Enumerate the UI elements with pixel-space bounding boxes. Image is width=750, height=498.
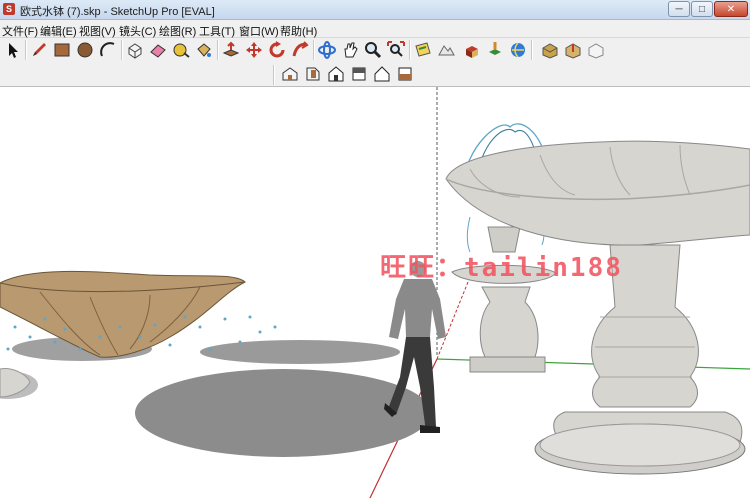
minimize-button[interactable]: ─: [668, 1, 690, 17]
views-toolbar: [0, 63, 750, 87]
orbit-icon[interactable]: [317, 40, 337, 60]
eraser-icon[interactable]: [148, 40, 168, 60]
main-toolbar: [0, 38, 750, 63]
paint-bucket-icon[interactable]: [194, 40, 214, 60]
toolbar-divider: [409, 40, 411, 60]
menu-camera[interactable]: 镜头(C): [119, 23, 156, 39]
push-pull-icon[interactable]: [221, 40, 241, 60]
menu-help[interactable]: 帮助(H): [280, 23, 317, 39]
window-title: 欧式水钵 (7).skp - SketchUp Pro [EVAL]: [20, 6, 215, 18]
left-view-icon[interactable]: [395, 64, 415, 84]
share-model-icon[interactable]: [485, 40, 505, 60]
pencil-icon[interactable]: [29, 40, 49, 60]
menu-bar: 文件(F) 编辑(E) 视图(V) 镜头(C) 绘图(R) 工具(T) 窗口(W…: [0, 20, 750, 38]
watermark-text: 旺旺：tailin188: [380, 253, 623, 283]
toggle-terrain-icon[interactable]: [436, 40, 456, 60]
toolbar-divider: [531, 40, 533, 60]
menu-view[interactable]: 视图(V): [79, 23, 116, 39]
add-location-icon[interactable]: [413, 40, 433, 60]
menu-window[interactable]: 窗口(W): [239, 23, 279, 39]
toolbar-divider: [25, 40, 27, 60]
circle-icon[interactable]: [75, 40, 95, 60]
layout-icon[interactable]: [586, 40, 606, 60]
menu-draw[interactable]: 绘图(R): [159, 23, 196, 39]
scene-canvas: [0, 87, 750, 498]
extension-warehouse-icon[interactable]: [540, 40, 560, 60]
model-viewport[interactable]: 旺旺：tailin188: [0, 87, 750, 498]
pan-icon[interactable]: [340, 40, 360, 60]
close-button[interactable]: ✕: [714, 1, 748, 17]
ground-shadow: [200, 340, 400, 364]
right-view-icon[interactable]: [349, 64, 369, 84]
follow-me-icon[interactable]: [290, 40, 310, 60]
get-models-icon[interactable]: [462, 40, 482, 60]
photo-textures-icon[interactable]: [508, 40, 528, 60]
make-component-icon[interactable]: [125, 40, 145, 60]
top-view-icon[interactable]: [303, 64, 323, 84]
toolbar-divider: [273, 65, 275, 85]
title-bar: S 欧式水钵 (7).skp - SketchUp Pro [EVAL] ─ □…: [0, 0, 750, 20]
iso-view-icon[interactable]: [280, 64, 300, 84]
toolbar-divider: [217, 40, 219, 60]
share-component-icon[interactable]: [563, 40, 583, 60]
zoom-extents-icon[interactable]: [386, 40, 406, 60]
toolbar-divider: [121, 40, 123, 60]
maximize-button[interactable]: □: [691, 1, 713, 17]
menu-file[interactable]: 文件(F): [2, 23, 38, 39]
zoom-icon[interactable]: [363, 40, 383, 60]
front-view-icon[interactable]: [326, 64, 346, 84]
menu-tools[interactable]: 工具(T): [199, 23, 235, 39]
arc-icon[interactable]: [98, 40, 118, 60]
tape-measure-icon[interactable]: [171, 40, 191, 60]
back-view-icon[interactable]: [372, 64, 392, 84]
toolbar-divider: [313, 40, 315, 60]
rotate-icon[interactable]: [267, 40, 287, 60]
person-shadow: [135, 369, 431, 457]
sketchup-app-icon[interactable]: S: [3, 3, 15, 15]
menu-edit[interactable]: 编辑(E): [40, 23, 77, 39]
select-icon[interactable]: [3, 40, 23, 60]
move-icon[interactable]: [244, 40, 264, 60]
rectangle-icon[interactable]: [52, 40, 72, 60]
